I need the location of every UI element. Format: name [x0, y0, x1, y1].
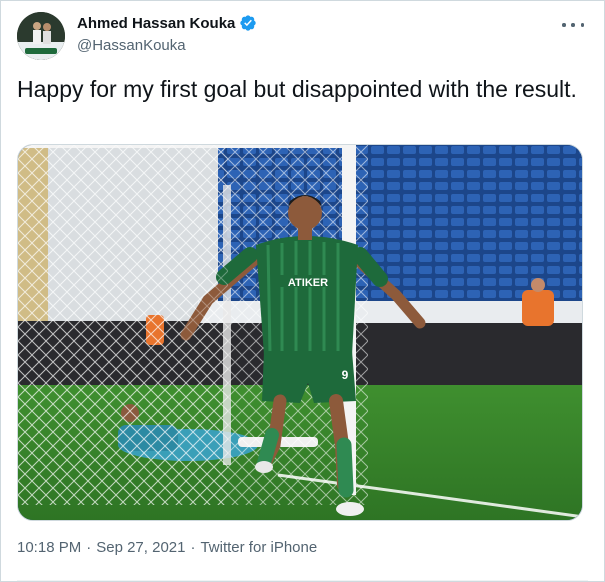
- meta-separator: ·: [190, 539, 196, 556]
- meta-separator: ·: [86, 539, 92, 556]
- name-row: Ahmed Hassan Kouka: [77, 14, 257, 32]
- tweet-source[interactable]: Twitter for iPhone: [200, 539, 317, 556]
- user-handle[interactable]: @HassanKouka: [77, 37, 186, 54]
- jersey-sponsor: ATIKER: [288, 277, 328, 289]
- display-name[interactable]: Ahmed Hassan Kouka: [77, 15, 235, 32]
- more-dot: [571, 23, 575, 27]
- tweet-text: Happy for my first goal but disappointed…: [17, 76, 577, 102]
- more-dot: [562, 23, 566, 27]
- divider: [17, 580, 588, 581]
- tweet-time[interactable]: 10:18 PM: [17, 539, 81, 556]
- tweet-date[interactable]: Sep 27, 2021: [96, 539, 185, 556]
- shorts-number: 9: [342, 368, 349, 382]
- more-dot: [580, 23, 584, 27]
- tweet-card: Ahmed Hassan Kouka @HassanKouka Happy fo…: [0, 0, 605, 582]
- more-options-icon[interactable]: [562, 15, 584, 35]
- avatar[interactable]: [17, 12, 65, 60]
- tweet-photo[interactable]: ATIKER 9: [17, 144, 583, 521]
- tweet-meta: 10:18 PM · Sep 27, 2021 · Twitter for iP…: [17, 539, 317, 556]
- goal-celebration-photo: ATIKER 9: [18, 145, 582, 520]
- avatar-image: [17, 12, 65, 60]
- verified-badge-icon: [240, 15, 257, 31]
